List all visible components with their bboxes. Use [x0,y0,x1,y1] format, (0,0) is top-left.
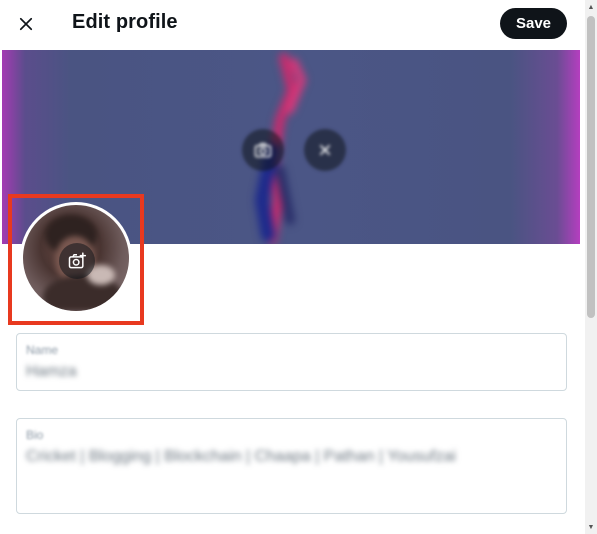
banner-camera-button[interactable] [242,129,284,171]
avatar-camera-button[interactable] [59,243,95,279]
close-icon [19,17,33,31]
bio-field-value: Cricket | Blogging | Blockchain | Chaapa… [26,448,456,465]
bio-field[interactable]: Bio Cricket | Blogging | Blockchain | Ch… [16,418,567,514]
profile-avatar [20,202,132,314]
scroll-up-arrow-icon[interactable]: ▲ [585,0,597,14]
scrollbar-thumb[interactable] [587,16,595,318]
bio-field-label: Bio [26,428,44,442]
save-button[interactable]: Save [500,8,567,39]
scroll-down-arrow-icon[interactable]: ▼ [585,520,597,534]
camera-add-icon [68,252,87,269]
name-field-label: Name [26,343,59,357]
close-icon [320,145,330,155]
dialog-title: Edit profile [72,11,178,33]
vertical-scrollbar[interactable]: ▲ ▼ [585,0,597,534]
close-button[interactable] [10,8,42,40]
banner-remove-button[interactable] [304,129,346,171]
dialog-header: Edit profile Save [0,0,585,46]
name-field-value: Hamza [26,363,77,380]
camera-icon [254,143,272,158]
name-field[interactable]: Name Hamza [16,333,567,391]
edit-profile-dialog: Edit profile Save Name Hamza Bio Cricket… [0,0,597,534]
